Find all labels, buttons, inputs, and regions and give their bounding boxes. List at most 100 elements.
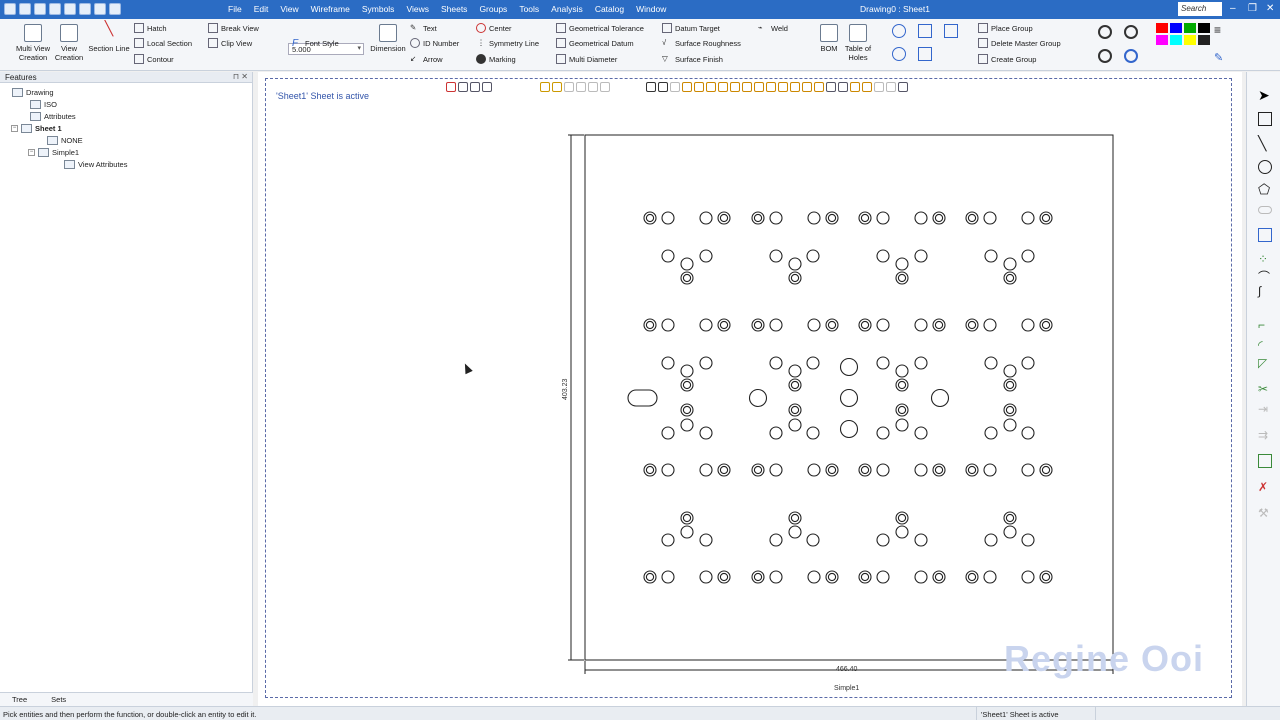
view-creation-button[interactable]: View Creation <box>54 24 84 62</box>
dimension-tool-icon[interactable] <box>1258 228 1272 242</box>
menu-symbols[interactable]: Symbols <box>356 4 401 14</box>
delete-master-group-button[interactable]: Delete Master Group <box>978 38 1061 48</box>
menu-file[interactable]: File <box>222 4 248 14</box>
group-tool-icon[interactable] <box>1258 454 1272 468</box>
align-icon[interactable] <box>918 24 932 38</box>
menu-catalog[interactable]: Catalog <box>589 4 630 14</box>
tree-item-view-attributes[interactable]: View Attributes <box>64 160 127 169</box>
trim-tool-icon[interactable]: ✂ <box>1258 382 1272 396</box>
panel-controls[interactable]: ⊓ ✕ <box>233 72 248 81</box>
zoom-window-icon[interactable] <box>1098 49 1112 63</box>
point-icon[interactable]: ⁘ <box>1258 252 1272 266</box>
surface-finish-button[interactable]: ▽ Surface Finish <box>662 54 723 64</box>
tab-sets[interactable]: Sets <box>39 693 78 706</box>
collapse-icon[interactable]: − <box>28 149 35 156</box>
geometrical-datum-button[interactable]: Geometrical Datum <box>556 38 634 48</box>
hatch-button[interactable]: Hatch <box>134 23 167 33</box>
zoom-out-icon[interactable] <box>1124 25 1138 39</box>
close-icon[interactable]: ✕ <box>1266 3 1274 14</box>
tab-tree[interactable]: Tree <box>0 693 39 706</box>
undo-icon[interactable] <box>79 3 91 15</box>
drawing-canvas[interactable]: 'Sheet1' Sheet is active 403.23 466.40 S… <box>258 72 1242 706</box>
contour-button[interactable]: Contour <box>134 54 174 64</box>
snap-icon[interactable] <box>892 24 906 38</box>
circle-icon[interactable] <box>1258 160 1272 174</box>
multi-diameter-button[interactable]: Multi Diameter <box>556 54 617 64</box>
font-style-button[interactable]: F Font Style <box>292 38 339 49</box>
clip-view-button[interactable]: Clip View <box>208 38 252 48</box>
menu-window[interactable]: Window <box>630 4 672 14</box>
collapse-icon[interactable]: − <box>11 125 18 132</box>
minimize-icon[interactable]: – <box>1230 3 1236 14</box>
polygon-icon[interactable]: ⬠ <box>1258 182 1272 196</box>
restore-icon[interactable]: ❐ <box>1248 3 1257 14</box>
menu-wireframe[interactable]: Wireframe <box>305 4 356 14</box>
move-icon[interactable] <box>918 47 932 61</box>
menu-views[interactable]: Views <box>400 4 435 14</box>
multi-view-creation-button[interactable]: Multi View Creation <box>14 24 52 62</box>
offset-tool-icon[interactable]: ⇉ <box>1258 428 1272 442</box>
color-swatch-cyan[interactable] <box>1170 35 1182 45</box>
line-style-icon[interactable]: ≡ <box>1214 23 1221 37</box>
rectangle-icon[interactable] <box>1258 112 1272 126</box>
menu-edit[interactable]: Edit <box>248 4 275 14</box>
search-icon[interactable]: ⌕ <box>1214 3 1220 14</box>
tree-item-attributes[interactable]: Attributes <box>30 112 76 121</box>
select-arrow-icon[interactable]: ➤ <box>1258 88 1272 102</box>
spline-icon[interactable]: ∫ <box>1258 284 1272 298</box>
print-icon[interactable] <box>64 3 76 15</box>
menu-groups[interactable]: Groups <box>473 4 513 14</box>
corner-icon[interactable]: ⌐ <box>1258 318 1272 332</box>
tree-item-sheet1[interactable]: − Sheet 1 <box>11 124 62 133</box>
id-number-button[interactable]: ID Number <box>410 38 459 48</box>
section-line-button[interactable]: ╲ Section Line <box>87 21 131 53</box>
wrench-icon[interactable]: ⚒ <box>1258 506 1272 520</box>
pen-icon[interactable]: ✎ <box>1214 51 1223 64</box>
place-group-button[interactable]: Place Group <box>978 23 1033 33</box>
menu-view[interactable]: View <box>274 4 304 14</box>
table-of-holes-button[interactable]: Table of Holes <box>842 24 874 62</box>
color-swatch-yellow[interactable] <box>1184 35 1196 45</box>
view-name-label[interactable]: Simple1 <box>834 685 859 692</box>
slot-icon[interactable] <box>1258 206 1272 214</box>
menu-analysis[interactable]: Analysis <box>545 4 589 14</box>
center-button[interactable]: Center <box>476 23 512 33</box>
zoom-in-icon[interactable] <box>1098 25 1112 39</box>
save-icon[interactable] <box>49 3 61 15</box>
color-swatch-magenta[interactable] <box>1156 35 1168 45</box>
arc-icon[interactable]: ⌒ <box>1258 268 1272 284</box>
arrow-button[interactable]: ↙ Arrow <box>410 54 443 64</box>
tree-item-drawing[interactable]: Drawing <box>12 88 54 97</box>
pan-icon[interactable] <box>1124 49 1138 63</box>
menu-tools[interactable]: Tools <box>513 4 545 14</box>
extend-tool-icon[interactable]: ⇥ <box>1258 402 1272 416</box>
new-icon[interactable] <box>19 3 31 15</box>
color-swatch-blue[interactable] <box>1170 23 1182 33</box>
menu-sheets[interactable]: Sheets <box>435 4 473 14</box>
bom-button[interactable]: BOM <box>816 24 842 53</box>
text-button[interactable]: ✎ Text <box>410 23 437 33</box>
surface-roughness-button[interactable]: √ Surface Roughness <box>662 38 741 48</box>
fillet-tool-icon[interactable]: ◜ <box>1258 338 1272 352</box>
color-swatch-green[interactable] <box>1184 23 1196 33</box>
weld-button[interactable]: ⌁ Weld <box>758 23 788 33</box>
open-icon[interactable] <box>34 3 46 15</box>
geometrical-tolerance-button[interactable]: Geometrical Tolerance <box>556 23 644 33</box>
app-icon[interactable] <box>4 3 16 15</box>
local-section-button[interactable]: Local Section <box>134 38 192 48</box>
tree-item-iso[interactable]: ISO <box>30 100 57 109</box>
color-swatch-dark[interactable] <box>1198 35 1210 45</box>
break-view-button[interactable]: Break View <box>208 23 259 33</box>
dimension-vertical-value[interactable]: 403.23 <box>562 378 569 400</box>
create-group-button[interactable]: Create Group <box>978 54 1036 64</box>
dimension-horizontal-value[interactable]: 466.40 <box>836 666 858 673</box>
color-swatch-red[interactable] <box>1156 23 1168 33</box>
settings-icon[interactable] <box>109 3 121 15</box>
redo-icon[interactable] <box>94 3 106 15</box>
tree-item-none[interactable]: NONE <box>47 136 83 145</box>
datum-target-button[interactable]: Datum Target <box>662 23 720 33</box>
line-icon[interactable]: ╲ <box>1258 136 1272 150</box>
rotate-icon[interactable] <box>892 47 906 61</box>
tools-icon[interactable]: ✗ <box>1258 480 1272 494</box>
symmetry-line-button[interactable]: ⋮ Symmetry Line <box>476 38 539 48</box>
